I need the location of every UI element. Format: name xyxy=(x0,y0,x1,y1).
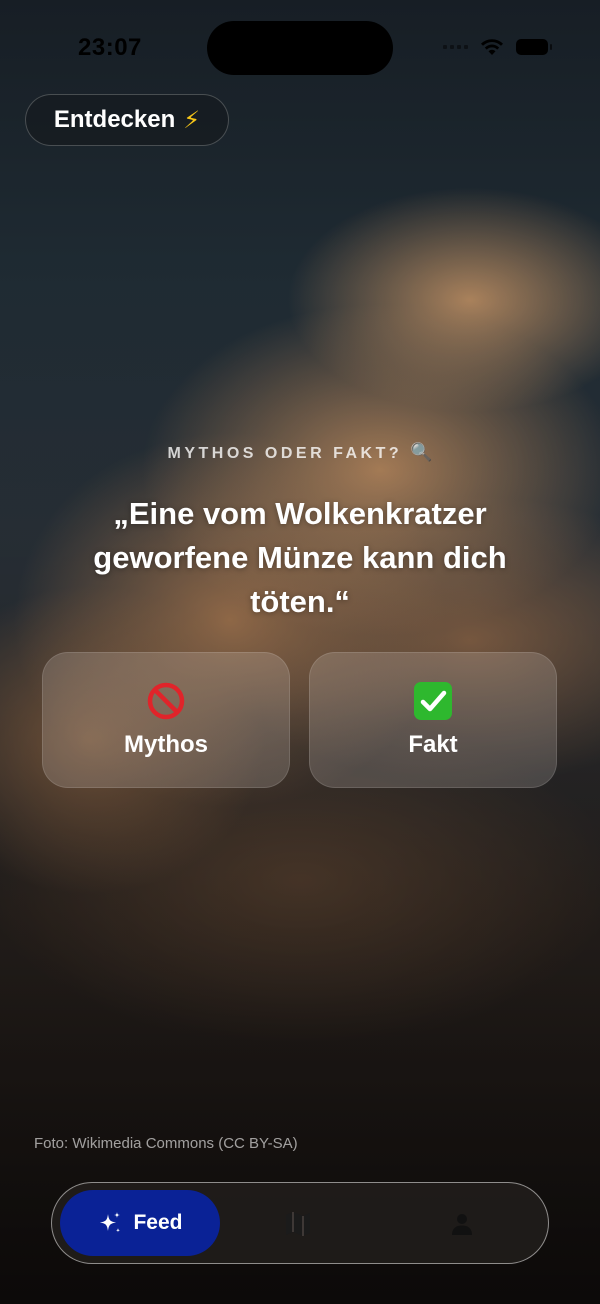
dynamic-island xyxy=(207,21,393,75)
status-icons xyxy=(443,38,552,56)
magnifier-icon: 🔍 xyxy=(410,442,433,462)
tab-profile[interactable] xyxy=(447,1209,477,1239)
fact-label: Fakt xyxy=(408,731,458,758)
status-time: 23:07 xyxy=(78,34,142,61)
map-icon xyxy=(286,1212,310,1236)
tab-map[interactable] xyxy=(282,1209,314,1239)
myth-label: Mythos xyxy=(124,731,208,758)
discover-button[interactable]: Entdecken ⚡ xyxy=(25,94,229,146)
sparkles-icon xyxy=(100,1212,121,1233)
myth-button[interactable]: Mythos xyxy=(42,652,290,788)
check-mark-icon xyxy=(413,681,453,721)
tab-bar: Feed xyxy=(51,1182,549,1264)
battery-icon xyxy=(516,39,552,55)
person-icon xyxy=(452,1214,472,1235)
quiz-kicker-text: MYTHOS ODER FAKT? xyxy=(167,445,403,462)
tab-feed[interactable]: Feed xyxy=(60,1190,220,1256)
tab-feed-label: Feed xyxy=(133,1211,183,1234)
wifi-icon xyxy=(481,39,503,55)
no-entry-icon xyxy=(146,681,186,721)
photo-credit: Foto: Wikimedia Commons (CC BY-SA) xyxy=(34,1135,298,1152)
cellular-signal-icon xyxy=(443,45,468,49)
quiz-question: „Eine vom Wolkenkratzer geworfene Münze … xyxy=(93,496,507,619)
fact-button[interactable]: Fakt xyxy=(309,652,557,788)
discover-label: Entdecken xyxy=(53,106,176,133)
quiz-kicker: MYTHOS ODER FAKT? 🔍 xyxy=(0,442,600,463)
lightning-icon: ⚡ xyxy=(183,106,201,134)
